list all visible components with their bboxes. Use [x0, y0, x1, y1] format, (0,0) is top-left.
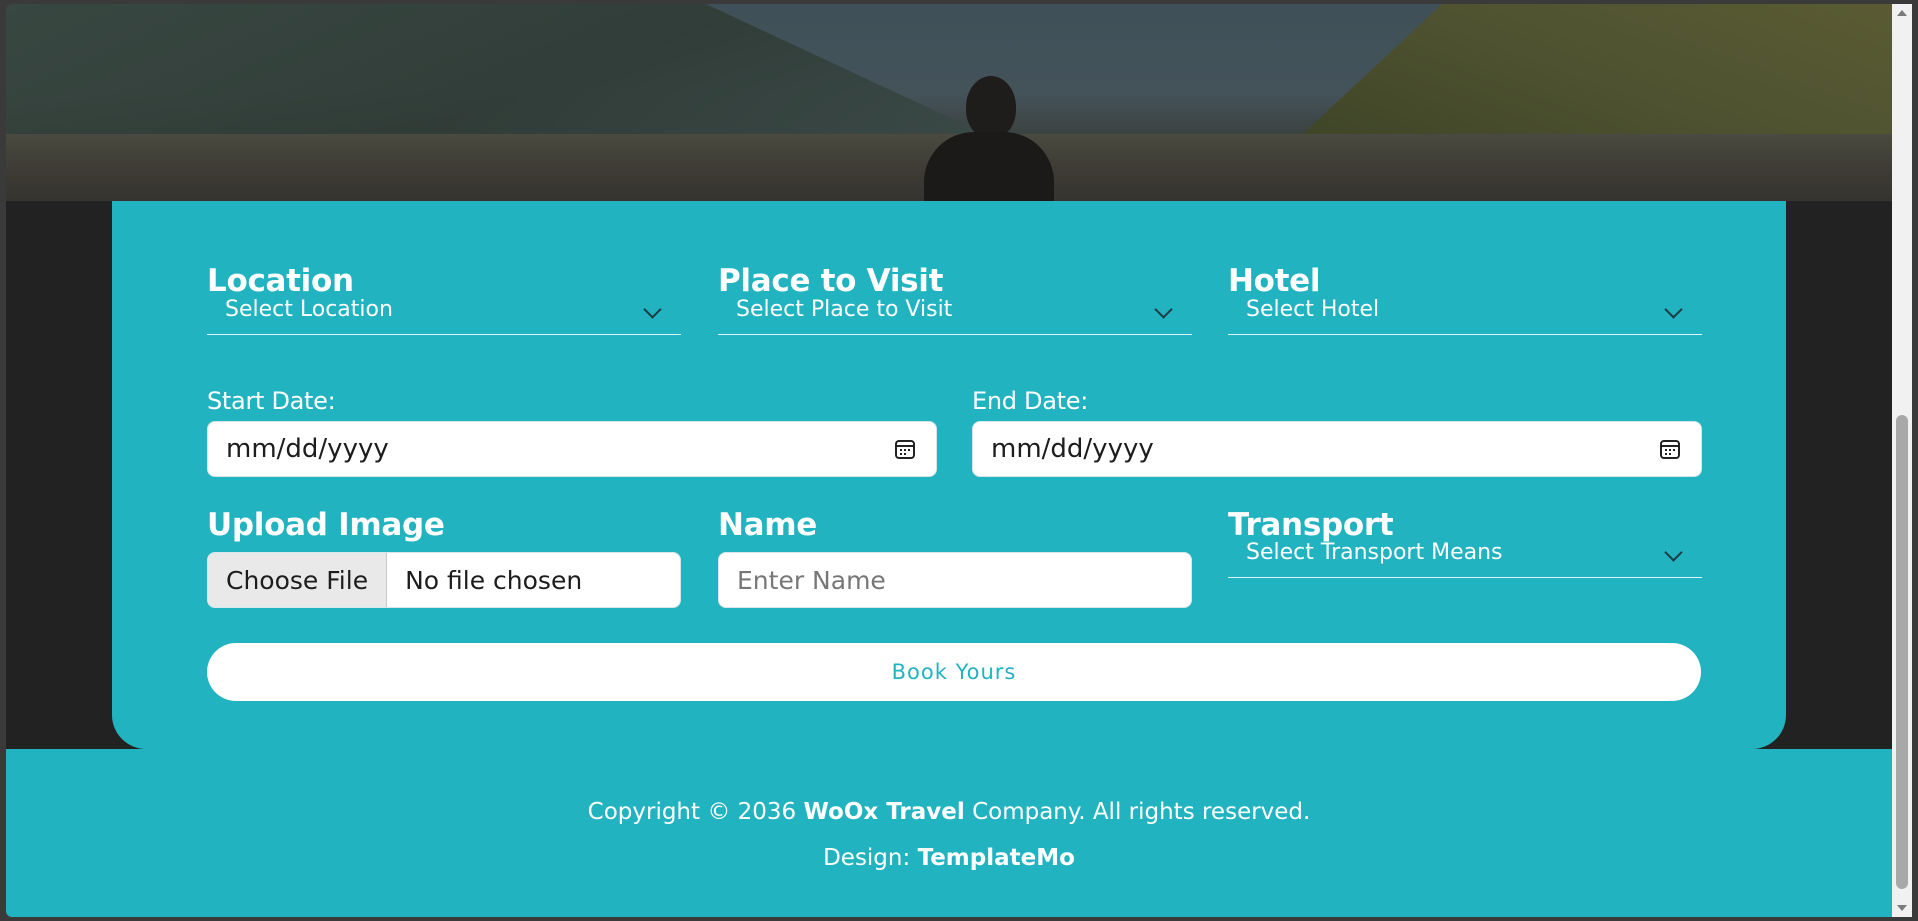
- upload-image-label: Upload Image: [207, 507, 445, 543]
- chevron-down-icon: [1664, 300, 1683, 319]
- choose-file-button[interactable]: Choose File: [208, 553, 388, 607]
- name-input-placeholder: Enter Name: [737, 565, 886, 595]
- hero-person-body: [924, 132, 1054, 201]
- copyright-prefix: Copyright © 2036: [587, 799, 797, 825]
- start-date-value: mm/dd/yyyy: [226, 434, 389, 464]
- location-select-value: Select Location: [225, 297, 393, 322]
- chevron-down-icon: [1664, 543, 1683, 562]
- chevron-down-icon: [1154, 300, 1173, 319]
- calendar-icon[interactable]: [894, 438, 916, 460]
- transport-select[interactable]: Select Transport Means: [1228, 528, 1702, 578]
- file-status-text: No file chosen: [405, 565, 583, 595]
- booking-form: Location Select Location Place to Visit …: [112, 201, 1786, 749]
- page-viewport: Location Select Location Place to Visit …: [6, 4, 1892, 917]
- footer: Copyright © 2036 WoOx Travel Company. Al…: [6, 749, 1892, 917]
- transport-select-value: Select Transport Means: [1246, 540, 1503, 565]
- hero-mountain-right: [1292, 4, 1892, 144]
- chevron-down-icon: [643, 300, 662, 319]
- upload-image-input[interactable]: Choose File No file chosen: [207, 552, 681, 608]
- hotel-select-value: Select Hotel: [1246, 297, 1380, 322]
- hotel-select[interactable]: Select Hotel: [1228, 285, 1702, 335]
- hero-person-head: [966, 76, 1016, 138]
- hero-banner-image: [6, 4, 1892, 201]
- name-input[interactable]: Enter Name: [718, 552, 1192, 608]
- hero-mountain-left: [6, 4, 1006, 144]
- design-prefix: Design:: [823, 845, 911, 871]
- designer-link[interactable]: TemplateMo: [918, 845, 1075, 871]
- start-date-label: Start Date:: [207, 387, 336, 415]
- place-select-value: Select Place to Visit: [736, 297, 953, 322]
- page-scrollbar[interactable]: [1892, 4, 1912, 917]
- end-date-label: End Date:: [972, 387, 1088, 415]
- scroll-up-arrow-icon[interactable]: [1897, 10, 1907, 16]
- book-yours-button[interactable]: Book Yours: [207, 643, 1701, 701]
- end-date-input[interactable]: mm/dd/yyyy: [972, 421, 1702, 477]
- end-date-value: mm/dd/yyyy: [991, 434, 1154, 464]
- scroll-down-arrow-icon[interactable]: [1897, 905, 1907, 911]
- scrollbar-thumb[interactable]: [1896, 415, 1908, 889]
- name-label: Name: [718, 507, 817, 543]
- design-credit-line: Design: TemplateMo: [6, 845, 1892, 871]
- place-select[interactable]: Select Place to Visit: [718, 285, 1192, 335]
- copyright-line: Copyright © 2036 WoOx Travel Company. Al…: [6, 799, 1892, 825]
- calendar-icon[interactable]: [1659, 438, 1681, 460]
- company-name-link[interactable]: WoOx Travel: [804, 799, 965, 825]
- start-date-input[interactable]: mm/dd/yyyy: [207, 421, 937, 477]
- copyright-suffix: Company. All rights reserved.: [972, 799, 1311, 825]
- location-select[interactable]: Select Location: [207, 285, 681, 335]
